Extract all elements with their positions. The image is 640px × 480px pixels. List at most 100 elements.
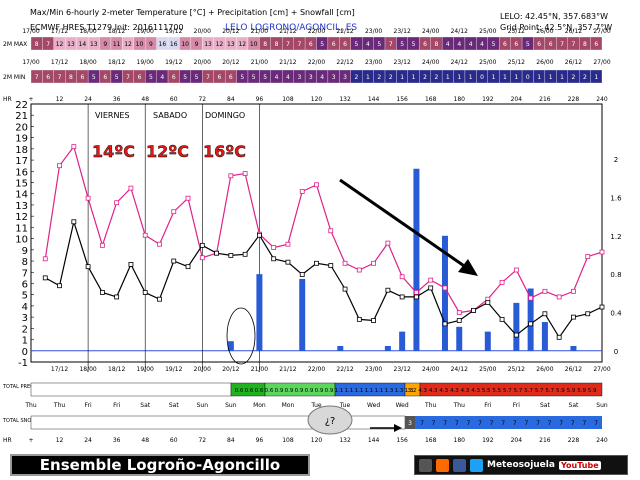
day-label: VIERNES	[95, 111, 130, 120]
snow-value: 7	[513, 420, 517, 427]
x-tick-label: 17/12	[51, 366, 68, 373]
date-tick-top: 19/12	[165, 28, 182, 35]
min-row-value: 6	[138, 74, 142, 81]
precip-cum-value: 0.6	[245, 388, 254, 394]
max-row-value: 16	[170, 41, 178, 48]
max-row-value: 6	[537, 41, 541, 48]
weekday-label: Thu	[424, 402, 436, 409]
hr-tick: 60	[170, 96, 178, 103]
series-point	[571, 288, 576, 294]
max-row-value: 7	[297, 41, 301, 48]
precip-cum-value: 5.7	[535, 388, 544, 394]
date-tick-mid: 27/00	[593, 59, 610, 66]
x-tick-label: 26/12	[565, 366, 582, 373]
youtube-icon[interactable]: YouTube	[558, 460, 601, 470]
series-point	[485, 300, 491, 305]
date-tick-mid: 17/00	[22, 59, 39, 66]
min-row-value: 3	[332, 74, 336, 81]
series-point	[114, 200, 120, 206]
date-tick-mid: 18/12	[108, 59, 125, 66]
max-row-value: 5	[400, 41, 404, 48]
blogger-icon[interactable]	[436, 458, 449, 472]
precip-bar	[570, 345, 577, 351]
date-tick-mid: 25/00	[479, 59, 496, 66]
series-point	[528, 295, 534, 301]
y2-tick-label: 2	[614, 156, 618, 164]
instagram-icon[interactable]	[419, 458, 432, 472]
series-point	[85, 195, 91, 201]
date-tick-top: 23/12	[394, 28, 411, 35]
max-row-value: 8	[275, 41, 279, 48]
max-row-value: 10	[136, 41, 144, 48]
min-row-value: 7	[126, 74, 130, 81]
snow-question: ¿?	[325, 416, 336, 427]
y-tick-label: 15	[15, 179, 28, 190]
precip-cum-value: 5.7	[514, 388, 523, 394]
min-row-value: 6	[80, 74, 84, 81]
max-row-value: 6	[549, 41, 553, 48]
precip-cum-value: 1.1	[365, 388, 374, 394]
precip-cum-value: 0.6	[235, 388, 244, 394]
hr-tick: 156	[396, 96, 408, 103]
hr-tick: 216	[539, 96, 551, 103]
min-row-value: 1	[400, 74, 404, 81]
series-point	[585, 311, 591, 317]
date-tick-top: 24/00	[422, 28, 439, 35]
series-point	[171, 209, 177, 215]
series-point	[414, 294, 419, 300]
hr-tick: 24	[84, 96, 92, 103]
date-tick-mid: 21/12	[279, 59, 296, 66]
snow-value: 7	[443, 420, 447, 427]
series-point	[428, 285, 434, 291]
series-point	[356, 267, 362, 273]
weekday-label: Fri	[113, 402, 120, 409]
twitter-icon[interactable]	[470, 458, 483, 472]
precip-cum-value: 5.9	[567, 388, 576, 394]
x-tick-label: 21/00	[251, 366, 268, 373]
date-tick-mid: 24/12	[451, 59, 468, 66]
y-tick-label: 0	[22, 347, 28, 358]
y-tick-label: 4	[22, 302, 28, 313]
hr-tick-bottom: 132	[339, 437, 351, 444]
series-point	[99, 290, 105, 295]
ensemble-banner: Ensemble Logroño-Agoncillo	[10, 454, 310, 476]
date-tick-top: 23/00	[365, 28, 382, 35]
date-tick-mid: 18/00	[79, 59, 96, 66]
max-row-value: 4	[480, 41, 484, 48]
max-row-value: 12	[238, 41, 246, 48]
min-row-value: 6	[46, 74, 50, 81]
precip-cum-value: 0.9	[275, 388, 284, 394]
hr-tick-bottom: 156	[396, 437, 408, 444]
hr-tick: 72	[198, 96, 206, 103]
series-point	[399, 274, 405, 280]
max-row-value: 5	[492, 41, 496, 48]
y2-tick-label: 0	[614, 348, 618, 356]
series-point	[71, 144, 77, 150]
series-point	[42, 275, 48, 281]
y-tick-label: 5	[22, 291, 28, 302]
row-label-hr: HR	[3, 96, 12, 103]
series-point	[99, 242, 105, 248]
hr-tick: 36	[113, 96, 121, 103]
max-row-value: 12	[124, 41, 132, 48]
y2-tick-label: 0.4	[610, 309, 622, 317]
precip-cum-value: 1.1	[335, 388, 344, 394]
snow-value: 7	[455, 420, 459, 427]
min-row-value: 1	[412, 74, 416, 81]
max-row-value: 5	[355, 41, 359, 48]
max-row-value: 6	[514, 41, 518, 48]
date-tick-top: 21/12	[279, 28, 296, 35]
precip-band	[30, 382, 232, 397]
min-row-value: 7	[58, 74, 62, 81]
date-tick-top: 26/12	[565, 28, 582, 35]
series-point	[128, 262, 134, 267]
x-tick-label: 24/00	[422, 366, 439, 373]
temp-annotation: 16ºC	[203, 142, 246, 161]
row-label-hr-bottom: HR	[3, 437, 12, 444]
date-tick-mid: 25/12	[508, 59, 525, 66]
facebook-icon[interactable]	[453, 458, 466, 472]
y-tick-label: 8	[22, 257, 28, 268]
y-tick-label: 10	[15, 235, 28, 246]
max-row-value: 6	[503, 41, 507, 48]
min-row-value: 1	[537, 74, 541, 81]
